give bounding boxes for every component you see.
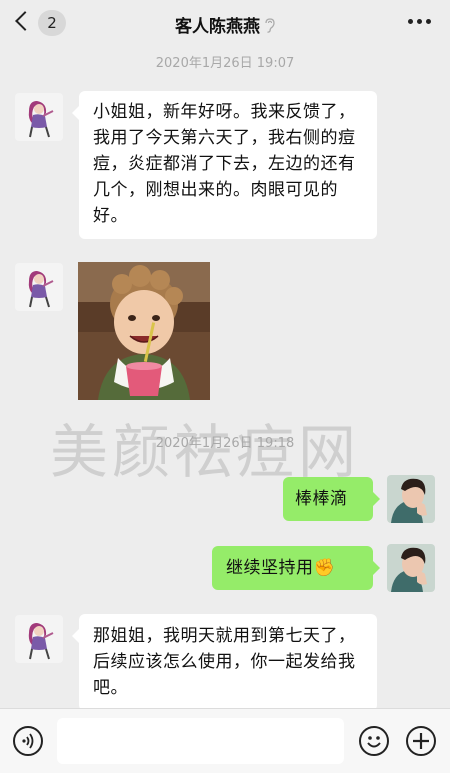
voice-icon xyxy=(22,733,34,749)
emoji-button[interactable] xyxy=(359,726,389,756)
chat-header: 2 客人陈燕燕 xyxy=(0,0,450,46)
message-text: 那姐姐，我明天就用到第七天了，后续应该怎么使用，你一起发给我吧。 xyxy=(93,626,356,698)
message-bubble-incoming[interactable]: 那姐姐，我明天就用到第七天了，后续应该怎么使用，你一起发给我吧。 xyxy=(72,614,377,711)
avatar[interactable] xyxy=(15,615,63,663)
more-dots-icon[interactable] xyxy=(408,18,432,26)
message-bubble-outgoing[interactable]: 继续坚持用✊ xyxy=(212,546,380,590)
timestamp: 2020年1月26日 19:07 xyxy=(155,56,295,71)
avatar-self[interactable] xyxy=(387,475,435,523)
fist-emoji-icon: ✊ xyxy=(313,558,336,578)
chat-title-text: 客人陈燕燕 xyxy=(175,17,260,37)
message-text: 棒棒滴 xyxy=(295,489,348,509)
message-bubble-outgoing[interactable]: 棒棒滴 xyxy=(283,477,380,521)
voice-button[interactable] xyxy=(13,726,43,756)
input-bar xyxy=(0,708,450,773)
avatar[interactable] xyxy=(15,263,63,311)
add-button[interactable] xyxy=(406,726,436,756)
earpiece-icon xyxy=(265,18,275,33)
avatar-self[interactable] xyxy=(387,544,435,592)
avatar[interactable] xyxy=(15,93,63,141)
message-bubble-incoming[interactable]: 小姐姐，新年好呀。我来反馈了，我用了今天第六天了，我右侧的痘痘，炎症都消了下去，… xyxy=(72,91,377,239)
message-photo[interactable] xyxy=(78,262,210,400)
timestamp: 2020年1月26日 19:18 xyxy=(155,436,295,451)
message-text: 小姐姐，新年好呀。我来反馈了，我用了今天第六天了，我右侧的痘痘，炎症都消了下去，… xyxy=(93,102,356,226)
emoji-icon xyxy=(367,736,381,748)
message-input[interactable] xyxy=(57,718,344,764)
message-text: 继续坚持用 xyxy=(226,558,314,578)
plus-icon xyxy=(413,733,429,749)
chat-title: 客人陈燕燕 xyxy=(0,12,450,37)
